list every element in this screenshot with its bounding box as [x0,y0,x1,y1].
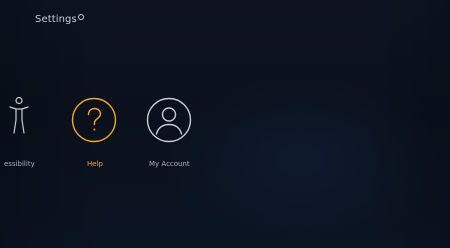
menu-item-label: My Account [149,160,190,168]
menu-item-label: Help [87,160,103,168]
help-icon [71,97,117,143]
header: Settings [35,14,84,25]
page-title: Settings [35,14,77,25]
accessibility-icon [9,96,29,134]
notification-dot-icon [77,14,84,20]
menu-item-label: essibility [4,160,35,168]
settings-screen: Settings essibility Help My Account [0,0,450,248]
account-icon [146,97,192,143]
